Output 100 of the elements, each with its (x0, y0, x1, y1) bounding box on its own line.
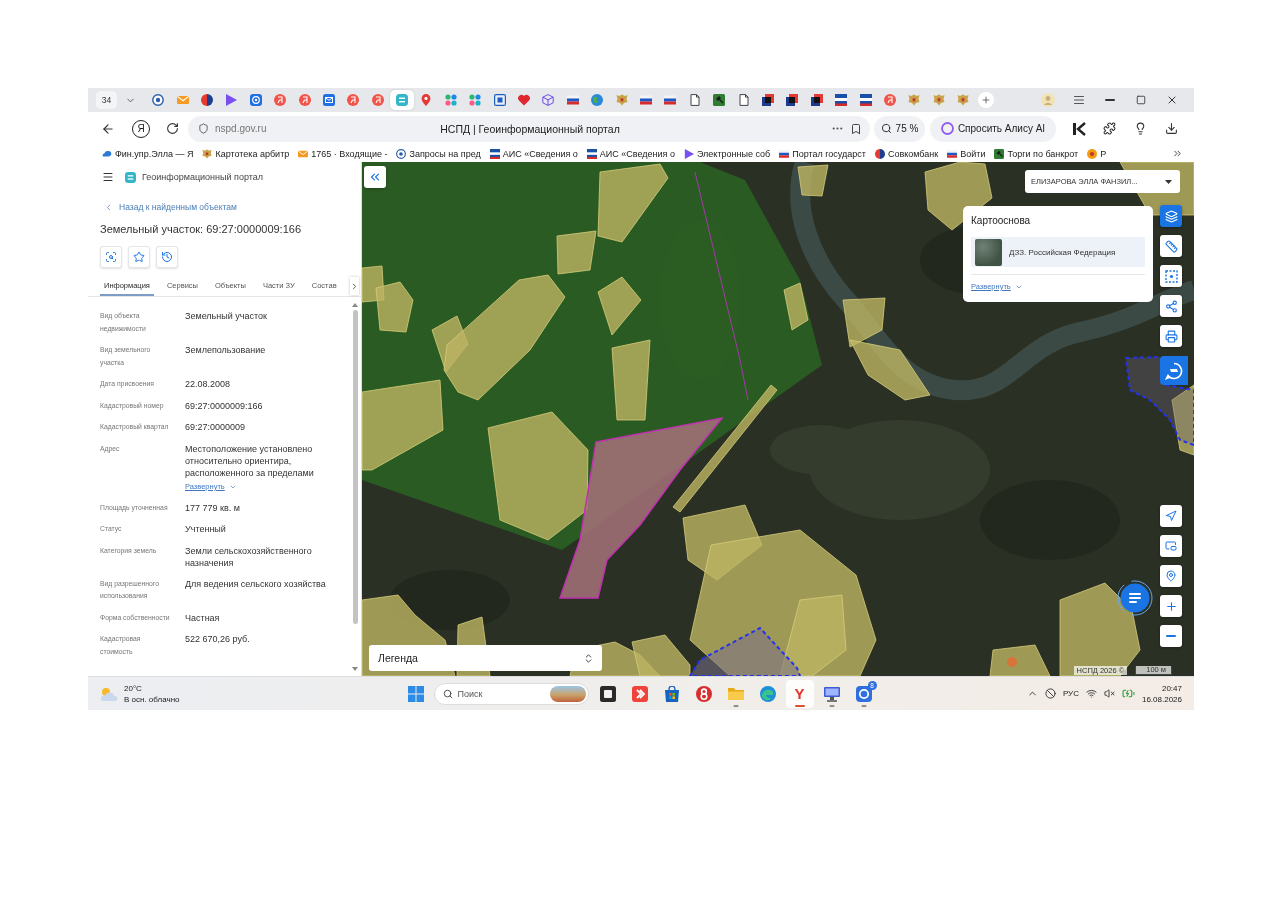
bookmark-icon[interactable] (850, 122, 862, 135)
legend-dropdown[interactable]: Легенда (369, 645, 602, 671)
bookmark-link[interactable]: 1765 · Входящие - (298, 148, 388, 159)
more-bookmarks-icon[interactable] (1171, 148, 1183, 159)
striped-square-icon (489, 148, 500, 159)
document-icon (688, 94, 701, 106)
property-value: Для ведения сельского хозяйства (185, 577, 326, 590)
striped-square-icon (835, 94, 848, 106)
show-on-map-button[interactable] (100, 246, 122, 268)
scrollbar-thumb[interactable] (352, 310, 358, 624)
ask-assistant-button[interactable]: Спросить Алису AI (930, 115, 1056, 142)
minimize-icon[interactable] (1104, 99, 1115, 101)
map-tool-button[interactable] (1160, 325, 1182, 347)
menu-icon[interactable] (102, 171, 114, 183)
battery-icon[interactable] (1121, 687, 1135, 700)
locate-button[interactable] (1160, 505, 1182, 527)
bookmark-link[interactable]: АИС «Сведения о (489, 148, 578, 159)
favorite-button[interactable] (128, 246, 150, 268)
round-logo-icon (298, 94, 311, 106)
at-sign-icon (249, 94, 262, 106)
zoom-magnifier-icon (880, 123, 892, 134)
document-icon (737, 94, 750, 106)
bookmark-link[interactable]: Портал государст (779, 148, 866, 159)
map-tool-button[interactable] (1160, 205, 1182, 227)
chat-icon[interactable] (1117, 580, 1153, 616)
picture-in-picture-icon (1165, 540, 1177, 552)
four-dots-icon (444, 94, 457, 106)
date-text[interactable]: 16.08.2026 (1141, 693, 1182, 705)
property-value: Земельный участок (185, 310, 267, 322)
gavel-icon (994, 148, 1005, 159)
round-logo-icon (371, 94, 384, 106)
zoom-out-button[interactable] (1160, 625, 1182, 647)
map-tool-button[interactable] (1160, 235, 1182, 257)
map-tool-button[interactable] (1160, 265, 1182, 287)
round-logo-icon (347, 94, 360, 106)
zoom-button[interactable]: 75 % (874, 115, 925, 142)
scroll-up-arrow-icon[interactable] (352, 303, 358, 307)
bookmark-link[interactable]: Картотека арбитр (202, 148, 290, 159)
scroll-down-arrow-icon[interactable] (352, 667, 358, 671)
property-value: Земли сельскохозяйственного назначения (185, 544, 313, 569)
four-dots-icon (469, 94, 482, 106)
home-button[interactable]: Я (132, 119, 150, 138)
property-value: Землепользование (185, 344, 266, 356)
menu-icon[interactable] (1072, 94, 1085, 106)
time-text[interactable]: 20:47 (1161, 682, 1182, 694)
wifi-icon[interactable] (1085, 688, 1097, 699)
taskbar-app[interactable]: Y (785, 679, 814, 708)
tab-counter[interactable]: 34 (96, 91, 117, 109)
history-icon (161, 251, 173, 263)
bookmark-link[interactable]: Электронные соб (683, 148, 771, 159)
map-pin-icon (420, 94, 433, 106)
language-indicator[interactable]: РУС (1062, 688, 1079, 699)
muted-speaker-icon[interactable] (1103, 688, 1115, 699)
bookmark-link[interactable]: Фин.упр.Элла — Я (102, 148, 194, 159)
object-title: Земельный участок: 69:27:0000009:166 (100, 222, 302, 237)
shield-icon[interactable] (198, 123, 209, 134)
ring-logo-icon (695, 685, 712, 702)
envelope-icon (322, 94, 335, 106)
caret-down-icon (1165, 179, 1172, 184)
history-button[interactable] (156, 246, 178, 268)
minimap-button[interactable] (1160, 535, 1182, 557)
bookmark-link[interactable]: Войти (947, 148, 986, 159)
puzzle-icon[interactable] (1103, 122, 1116, 135)
basemap-layer-item[interactable]: ДЗЗ. Российская Федерация (971, 237, 1145, 267)
up-down-caret-icon (583, 652, 594, 664)
collapse-panel-button[interactable] (364, 166, 386, 188)
property-value: Местоположение установлено относительно ориентира, расположенного за пределами (185, 442, 315, 479)
crossed-circle-icon[interactable] (1044, 688, 1056, 699)
emblem-icon (615, 94, 628, 106)
play-icon (683, 148, 694, 159)
portal-title: Геоинформационный портал (142, 172, 263, 182)
download-icon[interactable] (1165, 122, 1178, 135)
split-circle-icon (200, 94, 213, 106)
address-bar[interactable]: nspd.gov.ru НСПД | Геоинформационный портал (188, 115, 870, 142)
bookmark-link[interactable]: АИС «Сведения о (586, 148, 675, 159)
portal-logo-icon (125, 171, 136, 183)
reload-icon[interactable] (165, 122, 179, 135)
card-title: Картооснова (971, 214, 1031, 228)
bookmark-link[interactable]: Совкомбанк (874, 148, 939, 159)
framed-square-icon (493, 94, 506, 106)
chevron-left-icon (104, 202, 113, 212)
search-location-button[interactable] (1160, 565, 1182, 587)
bookmark-link[interactable]: Р (1087, 148, 1107, 159)
bookmark-link[interactable]: Торги по банкрот (994, 148, 1079, 159)
windows-logo-icon[interactable] (407, 685, 424, 702)
tabs-scroll-button[interactable] (349, 277, 359, 295)
lightbulb-icon[interactable] (1134, 122, 1147, 135)
zoom-in-button[interactable] (1160, 595, 1182, 617)
emblem-icon (202, 148, 213, 159)
maximize-icon[interactable] (1135, 95, 1146, 105)
bookmark-link[interactable]: Запросы на пред (396, 148, 481, 159)
extension-icon[interactable] (1071, 121, 1086, 136)
assistant-button[interactable] (1160, 356, 1188, 385)
property-value: Частная (185, 611, 220, 624)
back-link[interactable]: Назад к найденным объектам (104, 200, 237, 214)
flag-icon (947, 148, 958, 159)
store-bag-icon (663, 685, 680, 702)
print-icon (1164, 329, 1178, 343)
map-tool-button[interactable] (1160, 295, 1182, 317)
property-value: 522 670,26 руб. (185, 633, 250, 645)
